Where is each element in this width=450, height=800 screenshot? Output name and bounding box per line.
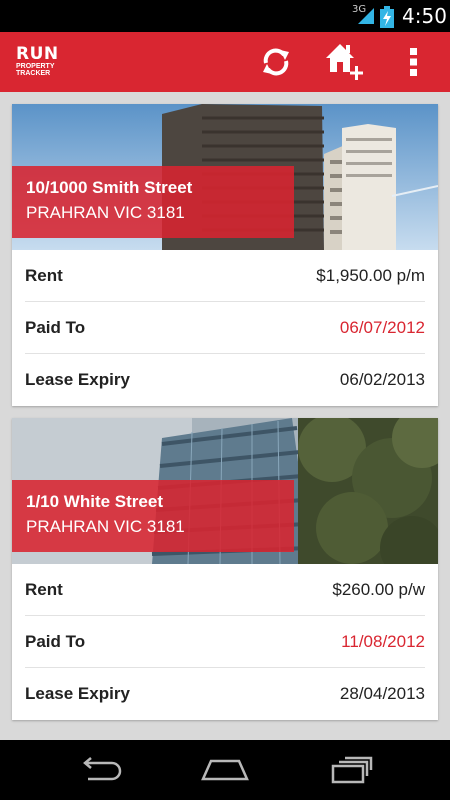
home-icon [201, 759, 249, 781]
rent-value: $1,950.00 p/m [316, 266, 425, 285]
overflow-menu-icon [410, 48, 417, 76]
street-address: 10/1000 Smith Street [26, 178, 193, 197]
lease-expiry-value: 28/04/2013 [339, 684, 425, 703]
street-address: 1/10 White Street [26, 492, 163, 511]
system-nav-bar [0, 740, 450, 800]
lease-expiry-row: Lease Expiry 28/04/2013 [25, 668, 425, 720]
property-card[interactable]: 10/1000 Smith Street PRAHRAN VIC 3181 Re… [12, 104, 438, 406]
app-logo[interactable]: RUN PROPERTY TRACKER [16, 44, 59, 78]
lease-expiry-row: Lease Expiry 06/02/2013 [25, 354, 425, 406]
paid-to-row: Paid To 06/07/2012 [25, 302, 425, 354]
recent-apps-icon [331, 756, 373, 784]
status-time: 4:50 [402, 4, 447, 28]
paid-to-value: 11/08/2012 [341, 632, 425, 651]
paid-to-label: Paid To [25, 632, 86, 651]
rent-value: $260.00 p/w [332, 580, 425, 599]
rent-label: Rent [25, 580, 63, 599]
address-banner: 1/10 White Street PRAHRAN VIC 3181 [12, 480, 294, 552]
suburb: PRAHRAN VIC 3181 [26, 203, 185, 222]
paid-to-label: Paid To [25, 318, 86, 337]
add-property-button[interactable] [316, 32, 376, 92]
battery-charging-icon [380, 6, 394, 28]
lease-expiry-value: 06/02/2013 [339, 370, 425, 389]
property-details: Rent $260.00 p/w Paid To 11/08/2012 Leas… [12, 564, 438, 720]
address-banner: 10/1000 Smith Street PRAHRAN VIC 3181 [12, 166, 294, 238]
back-icon [83, 757, 122, 781]
add-home-icon [326, 44, 363, 80]
rent-label: Rent [25, 266, 63, 285]
logo-main: RUN [16, 44, 59, 64]
home-button[interactable] [190, 740, 260, 800]
property-details: Rent $1,950.00 p/m Paid To 06/07/2012 Le… [12, 250, 438, 406]
status-bar: 3G 4:50 [0, 0, 450, 32]
property-card[interactable]: 1/10 White Street PRAHRAN VIC 3181 Rent … [12, 418, 438, 720]
rent-row: Rent $1,950.00 p/m [25, 250, 425, 302]
back-button[interactable] [65, 740, 135, 800]
action-bar: RUN PROPERTY TRACKER [0, 32, 450, 92]
rent-row: Rent $260.00 p/w [25, 564, 425, 616]
refresh-icon [263, 48, 289, 76]
suburb: PRAHRAN VIC 3181 [26, 517, 185, 536]
lease-expiry-label: Lease Expiry [25, 684, 130, 703]
logo-sub: PROPERTY TRACKER [16, 63, 55, 77]
refresh-button[interactable] [246, 32, 306, 92]
overflow-menu-button[interactable] [384, 32, 444, 92]
paid-to-value: 06/07/2012 [339, 318, 425, 337]
paid-to-row: Paid To 11/08/2012 [25, 616, 425, 668]
lease-expiry-label: Lease Expiry [25, 370, 130, 389]
recent-apps-button[interactable] [316, 740, 386, 800]
signal-icon [358, 8, 374, 24]
